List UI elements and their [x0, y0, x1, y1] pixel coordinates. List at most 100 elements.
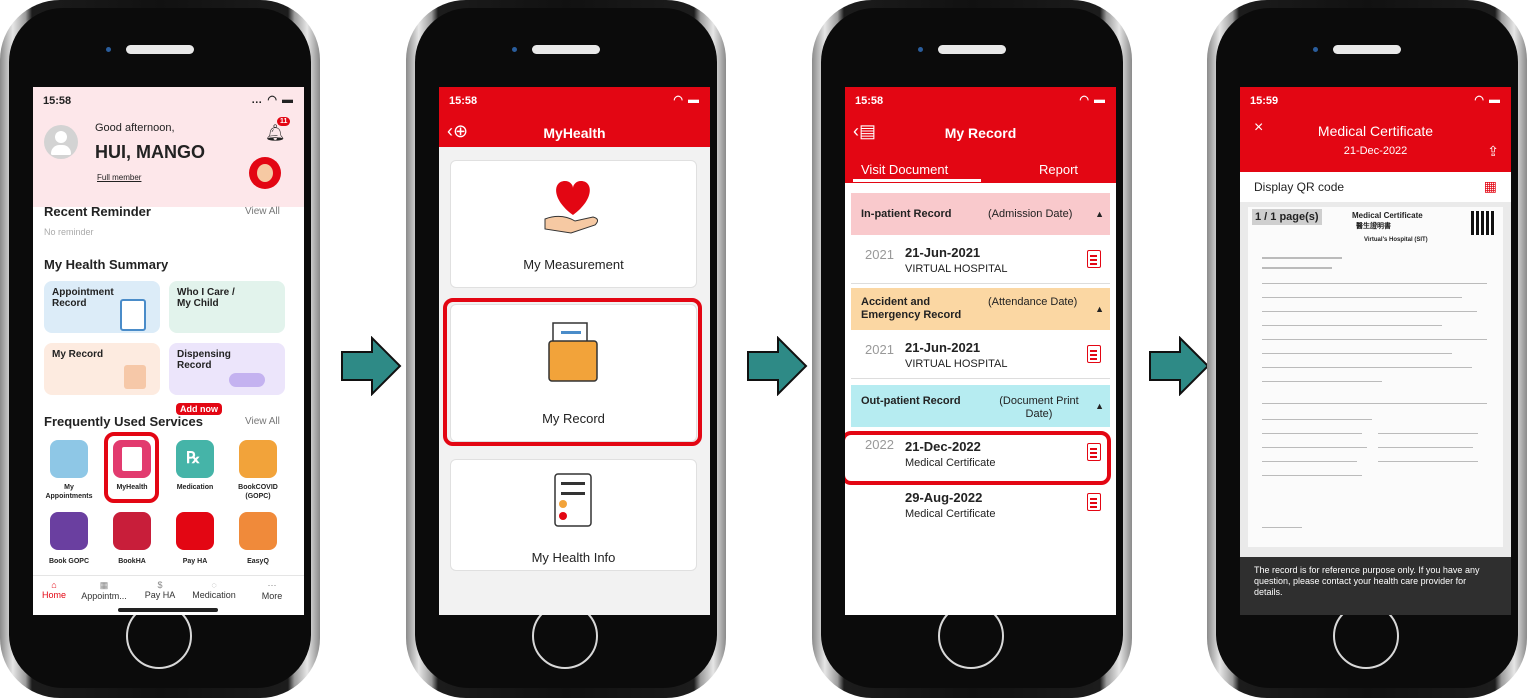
tab-visit-document[interactable]: Visit Document [861, 162, 948, 177]
page-title: MyHealth [543, 125, 606, 141]
document-icon[interactable] [1087, 345, 1101, 363]
status-icons: ◠ ▬ [1079, 94, 1106, 106]
collapse-icon[interactable]: ▲ [1095, 304, 1104, 314]
highlight-myhealth [104, 432, 159, 503]
tab-label: Pay HA [144, 590, 176, 600]
home-icon: ⌂ [51, 580, 57, 590]
appointment-record-card[interactable]: Appointment Record [44, 281, 160, 333]
my-measurement-tile[interactable]: My Measurement [450, 160, 697, 288]
service-label: BookHA [118, 558, 146, 565]
clipboard-icon [120, 299, 146, 331]
medical-certificate-screen: 15:59 ◠ ▬ × Medical Certificate 21-Dec-20… [1240, 87, 1511, 615]
book-gopc-icon[interactable] [50, 512, 88, 550]
status-icons: … ◠ ▬ [251, 94, 294, 106]
my-record-screen: 15:58 ◠ ▬ ‹▤ My Record Visit Document Rep… [845, 87, 1116, 615]
card-label: My Record [52, 349, 104, 360]
tab-appointments[interactable]: ▦ Appointm... [77, 580, 131, 601]
inpatient-section-header[interactable]: In-patient Record (Admission Date) ▲ [851, 193, 1110, 235]
status-icons: ◠ ▬ [1474, 94, 1501, 106]
avatar[interactable] [44, 125, 78, 159]
pay-ha-icon[interactable] [176, 512, 214, 550]
home-screen: 15:58 … ◠ ▬ Good afternoon, HUI, MANGO Fu… [33, 87, 304, 615]
health-summary-title: My Health Summary [44, 257, 169, 272]
home-indicator [118, 608, 218, 612]
service-label: EasyQ [247, 558, 269, 565]
tab-medication[interactable]: ◌ Medication [187, 580, 241, 600]
more-icon: ⋯ [267, 580, 277, 590]
section-title: Out-patient Record [861, 395, 961, 407]
record-date: 21-Jun-2021 [905, 245, 981, 260]
header-bar: 15:58 ◠ ▬ ‹⊕ MyHealth [439, 87, 710, 147]
tab-label: Medication [192, 590, 236, 600]
section-sort: (Attendance Date) [988, 296, 1078, 308]
user-name: HUI, MANGO [95, 142, 205, 162]
qr-code-icon[interactable]: ▦ [1484, 178, 1497, 195]
member-link[interactable]: Full member [97, 173, 141, 182]
highlight-my-record [443, 298, 702, 446]
greeting-text: Good afternoon, [95, 122, 175, 134]
section-sort: (Document Print Date) [999, 395, 1079, 420]
pdf-icon[interactable] [1087, 493, 1101, 511]
tab-pay-ha[interactable]: $ Pay HA [133, 580, 187, 600]
arrow-right-icon [747, 336, 808, 396]
qr-bar[interactable]: Display QR code ▦ [1240, 172, 1511, 202]
status-time: 15:58 [855, 95, 884, 107]
share-icon[interactable]: ⇪ [1487, 143, 1499, 160]
card-label: Appointment Record [52, 287, 114, 309]
service-label: Pay HA [182, 558, 208, 565]
easyq-icon[interactable] [239, 512, 277, 550]
recent-reminder-title: Recent Reminder [44, 204, 151, 219]
no-reminder-text: No reminder [44, 227, 94, 237]
card-label: Who I Care / My Child [177, 287, 235, 309]
assistant-avatar-icon[interactable] [249, 157, 281, 189]
phone-1: 15:58 … ◠ ▬ Good afternoon, HUI, MANGO Fu… [0, 0, 320, 698]
service-label: Medication [176, 484, 214, 491]
bookcovid-icon[interactable] [239, 440, 277, 478]
tab-more[interactable]: ⋯ More [245, 580, 299, 601]
tile-label: My Health Info [531, 550, 616, 565]
my-record-card[interactable]: My Record [44, 343, 160, 395]
doc-title: Medical Certificate [1352, 211, 1423, 220]
card-label: Dispensing Record [177, 349, 231, 371]
record-year: 2021 [865, 342, 894, 357]
services-view-all-link[interactable]: View All [245, 416, 280, 427]
record-date: 21-Jun-2021 [905, 340, 981, 355]
header-bar: 15:58 ◠ ▬ ‹▤ My Record Visit Document Rep… [845, 87, 1116, 183]
arrow-right-icon [341, 336, 402, 396]
phone-3: 15:58 ◠ ▬ ‹▤ My Record Visit Document Rep… [812, 0, 1132, 698]
doc-qr-code [1471, 211, 1495, 235]
services-title: Frequently Used Services [44, 414, 203, 429]
record-name: VIRTUAL HOSPITAL [905, 263, 1008, 275]
document-icon[interactable] [1087, 250, 1101, 268]
status-time: 15:58 [449, 95, 478, 107]
doc-hospital: Virtual's Hospital (SIT) [1364, 237, 1428, 243]
my-appointments-icon[interactable] [50, 440, 88, 478]
collapse-icon[interactable]: ▲ [1095, 401, 1104, 411]
medication-icon[interactable]: ℞ [176, 440, 214, 478]
page-title: Medical Certificate [1317, 123, 1434, 139]
page-title: My Record [944, 125, 1017, 141]
bookha-icon[interactable] [113, 512, 151, 550]
status-time: 15:58 [43, 95, 72, 107]
reminder-view-all-link[interactable]: View All [245, 206, 280, 217]
tab-home[interactable]: ⌂ Home [33, 580, 81, 600]
service-label: Book GOPC [48, 558, 90, 565]
arrow-right-icon [1149, 336, 1210, 396]
section-sort: (Admission Date) [988, 208, 1073, 220]
bell-icon[interactable]: 🔔︎ [265, 123, 285, 143]
who-i-care-card[interactable]: Who I Care / My Child [169, 281, 285, 333]
phone-4: 15:59 ◠ ▬ × Medical Certificate 21-Dec-20… [1207, 0, 1527, 698]
pill-icon: ◌ [211, 580, 217, 590]
doc-title-cn: 醫生證明書 [1356, 223, 1391, 230]
dispensing-record-card[interactable]: Dispensing Record [169, 343, 285, 395]
certificate-document[interactable]: 1 / 1 page(s) Medical Certificate 醫生證明書 … [1248, 207, 1503, 547]
outpatient-section-header[interactable]: Out-patient Record (Document Print Date)… [851, 385, 1110, 427]
ae-section-header[interactable]: Accident and Emergency Record (Attendanc… [851, 288, 1110, 330]
collapse-icon[interactable]: ▲ [1095, 193, 1104, 235]
qr-label: Display QR code [1254, 180, 1345, 194]
heart-hand-icon [544, 181, 599, 234]
service-label: My Appointments [45, 484, 93, 500]
my-health-info-tile[interactable]: My Health Info [450, 459, 697, 571]
page-subtitle: 21-Dec-2022 [1343, 145, 1408, 157]
tab-report[interactable]: Report [1039, 162, 1078, 177]
